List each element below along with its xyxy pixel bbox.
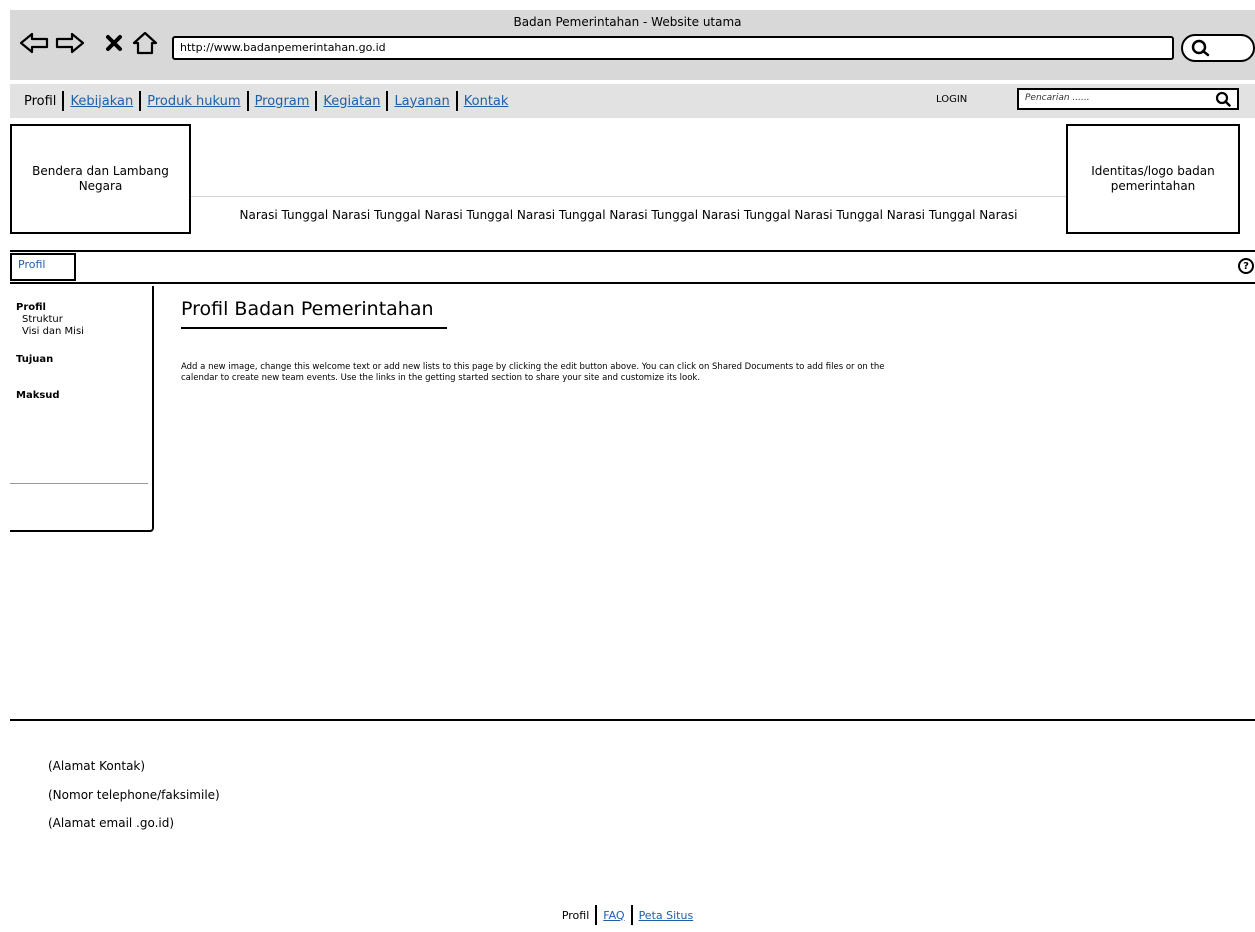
login-link[interactable]: LOGIN <box>936 94 967 105</box>
forward-arrow-icon[interactable] <box>54 28 86 58</box>
sidebar-item-maksud[interactable]: Maksud <box>16 390 60 401</box>
nav-item-profil[interactable]: Profil <box>24 94 62 109</box>
footer-link-peta-situs[interactable]: Peta Situs <box>639 909 694 922</box>
site-search-input[interactable]: Pencarian ...... <box>1017 88 1239 110</box>
help-icon[interactable]: ? <box>1238 258 1254 274</box>
page-body-text: Add a new image, change this welcome tex… <box>181 362 885 383</box>
news-ticker: Narasi Tunggal Narasi Tunggal Narasi Tun… <box>191 196 1066 232</box>
tab-profil[interactable]: Profil <box>10 253 76 281</box>
stop-icon[interactable] <box>102 28 126 58</box>
sidebar-item-tujuan[interactable]: Tujuan <box>16 354 53 365</box>
browser-search-field[interactable] <box>1181 34 1255 62</box>
footer-email: (Alamat email .go.id) <box>48 816 175 830</box>
nav-item-produk-hukum[interactable]: Produk hukum <box>147 94 240 109</box>
footer-link-faq[interactable]: FAQ <box>603 909 624 922</box>
nav-item-kontak[interactable]: Kontak <box>464 94 509 109</box>
nav-item-program[interactable]: Program <box>255 94 310 109</box>
search-icon <box>1191 38 1211 62</box>
footer-address: (Alamat Kontak) <box>48 759 146 773</box>
nav-item-kebijakan[interactable]: Kebijakan <box>70 94 133 109</box>
flag-emblem-placeholder: Bendera dan Lambang Negara <box>10 124 191 234</box>
home-icon[interactable] <box>131 28 159 58</box>
footer-link-profil[interactable]: Profil <box>556 909 595 922</box>
magnifier-icon[interactable] <box>1215 90 1231 112</box>
url-bar[interactable]: http://www.badanpemerintahan.go.id <box>172 36 1174 60</box>
footer-phone: (Nomor telephone/faksimile) <box>48 788 220 802</box>
footer-links: Profil FAQ Peta Situs <box>0 905 1255 925</box>
nav-item-kegiatan[interactable]: Kegiatan <box>323 94 380 109</box>
sidebar-item-visi-misi[interactable]: Visi dan Misi <box>22 326 84 337</box>
nav-item-layanan[interactable]: Layanan <box>394 94 449 109</box>
page-title: Profil Badan Pemerintahan <box>181 298 434 320</box>
tab-bar <box>10 250 1255 284</box>
footer-divider <box>10 719 1255 721</box>
agency-logo-placeholder: Identitas/logo badan pemerintahan <box>1066 124 1240 234</box>
sidebar-item-struktur[interactable]: Struktur <box>22 314 63 325</box>
site-nav: Profil Kebijakan Produk hukum Program Ke… <box>24 90 514 112</box>
search-placeholder: Pencarian ...... <box>1025 93 1090 103</box>
title-underline <box>181 327 447 329</box>
sidebar-item-profil[interactable]: Profil <box>16 302 46 313</box>
back-arrow-icon[interactable] <box>18 28 50 58</box>
window-title: Badan Pemerintahan - Website utama <box>513 15 742 29</box>
sidebar-divider <box>10 483 148 484</box>
